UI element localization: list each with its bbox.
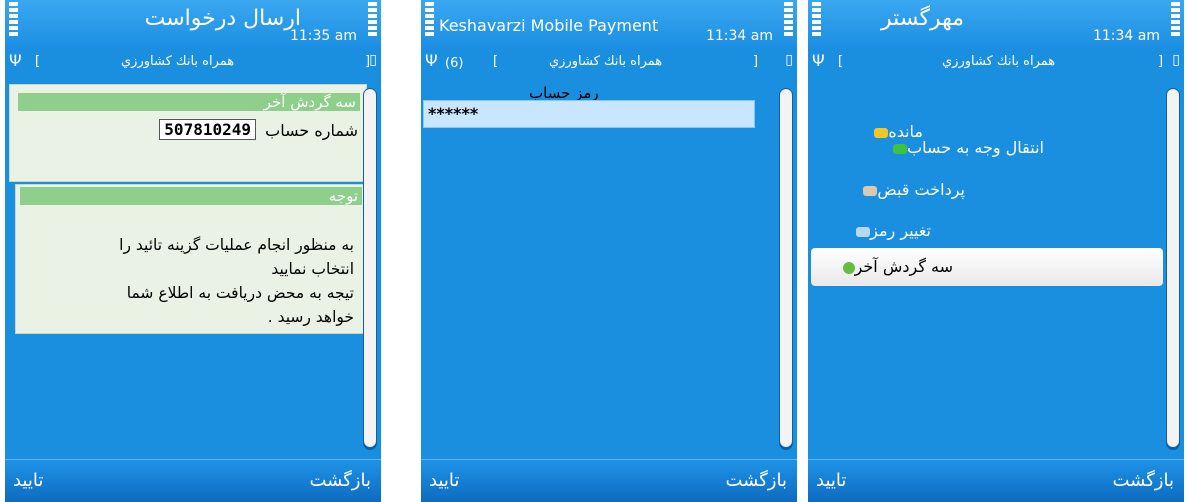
menu-item-label: پرداخت قبض (877, 180, 965, 199)
back-softkey[interactable]: بازگشت (1113, 470, 1175, 491)
message-count: (6) (445, 56, 464, 71)
bracket-close: ] (1158, 54, 1164, 69)
softkey-bar: تایید بازگشت (5, 459, 381, 502)
signal-strength-icon (812, 2, 821, 38)
scrollbar[interactable] (1166, 88, 1180, 450)
scrollbar-thumb[interactable] (780, 89, 792, 447)
title-bar: Keshavarzi Mobile Payment 11:34 am (421, 0, 797, 50)
signal-strength-icon (9, 2, 18, 38)
confirm-softkey[interactable]: تایید (13, 470, 43, 491)
menu-item-label: سه گردش آخر (854, 257, 953, 276)
scrollbar-thumb[interactable] (1167, 89, 1179, 447)
screen-title: مهرگستر (881, 6, 964, 31)
title-bar: ارسال درخواست 11:35 am (5, 0, 381, 50)
title-bar: مهرگستر 11:34 am (808, 0, 1184, 50)
bill-icon (863, 185, 878, 196)
clock: 11:34 am (1092, 28, 1160, 44)
softkey-bar: تایید بازگشت (421, 459, 797, 502)
menu-item-label: تغییر رمز (870, 221, 931, 240)
account-label: شماره حساب (265, 121, 358, 140)
notice-line: تیجه به محض دریافت به اطلاع شما (126, 284, 354, 302)
antenna-icon: Ψ (812, 51, 825, 70)
back-softkey[interactable]: بازگشت (726, 470, 788, 491)
bracket-open: [ (838, 54, 844, 69)
back-softkey[interactable]: بازگشت (310, 470, 372, 491)
notice-title: توجه (20, 187, 362, 205)
phone-screen-password: Keshavarzi Mobile Payment 11:34 am Ψ (6)… (421, 0, 797, 502)
scrollbar[interactable] (779, 88, 793, 450)
scrollbar[interactable] (363, 88, 377, 450)
bracket-close: ] (753, 54, 759, 69)
clock: 11:35 am (289, 28, 357, 44)
menu-item-text: سه گردش آخر (835, 257, 953, 276)
password-input[interactable]: ****** (423, 100, 755, 128)
bank-name: همراه بانك كشاورزي (942, 54, 1056, 69)
clock: 11:34 am (705, 28, 773, 44)
menu-item-change-password[interactable]: تغییر رمز (848, 221, 931, 240)
menu-item-last-three-transactions[interactable]: سه گردش آخر (811, 248, 1163, 286)
key-icon (856, 226, 871, 237)
menu-item-pay-bill[interactable]: پرداخت قبض (855, 180, 965, 199)
confirm-softkey[interactable]: تایید (429, 470, 459, 491)
account-number-field[interactable]: 507810249 (159, 119, 256, 140)
antenna-icon: Ψ (425, 51, 438, 70)
bracket-open: [ (35, 54, 41, 69)
signal-strength-icon (425, 2, 434, 38)
battery-level-icon (784, 2, 793, 38)
phone-screen-request: ارسال درخواست 11:35 am Ψ [ همراه بانك كش… (5, 0, 381, 502)
bank-name: همراه بانك كشاورزي (549, 54, 663, 69)
notice-line: انتخاب نمایید (271, 260, 354, 278)
notice-line: خواهد رسید . (267, 308, 354, 326)
bracket-open: [ (493, 54, 499, 69)
softkey-bar: تایید بازگشت (808, 459, 1184, 502)
menu-item-transfer[interactable]: انتقال وجه به حساب (885, 138, 1044, 157)
battery-icon: ▯ (785, 52, 793, 68)
confirm-softkey[interactable]: تایید (816, 470, 846, 491)
balance-icon (874, 127, 889, 138)
screen-title: Keshavarzi Mobile Payment (439, 16, 659, 35)
notice-card: توجه به منظور انجام عملیات گزینه تائید ر… (15, 184, 367, 334)
battery-level-icon (1171, 2, 1180, 38)
battery-icon: ▯ (1172, 52, 1180, 68)
card-title: سه گردش آخر (18, 93, 360, 111)
transfer-icon (893, 143, 908, 154)
account-card: سه گردش آخر شماره حساب 507810249 (9, 84, 367, 182)
phone-screen-menu: مهرگستر 11:34 am Ψ [ همراه بانك كشاورزي … (808, 0, 1184, 502)
screen-title: ارسال درخواست (144, 6, 301, 31)
notice-body: به منظور انجام عملیات گزینه تائید را انت… (24, 233, 354, 329)
menu-item-label: انتقال وجه به حساب (907, 138, 1044, 157)
scrollbar-thumb[interactable] (364, 89, 376, 447)
history-icon (842, 261, 855, 274)
antenna-icon: Ψ (9, 51, 22, 70)
battery-level-icon (368, 2, 377, 38)
notice-line: به منظور انجام عملیات گزینه تائید را (119, 236, 354, 254)
battery-icon: ▯ (369, 52, 377, 68)
bank-name: همراه بانك كشاورزي (121, 54, 235, 69)
